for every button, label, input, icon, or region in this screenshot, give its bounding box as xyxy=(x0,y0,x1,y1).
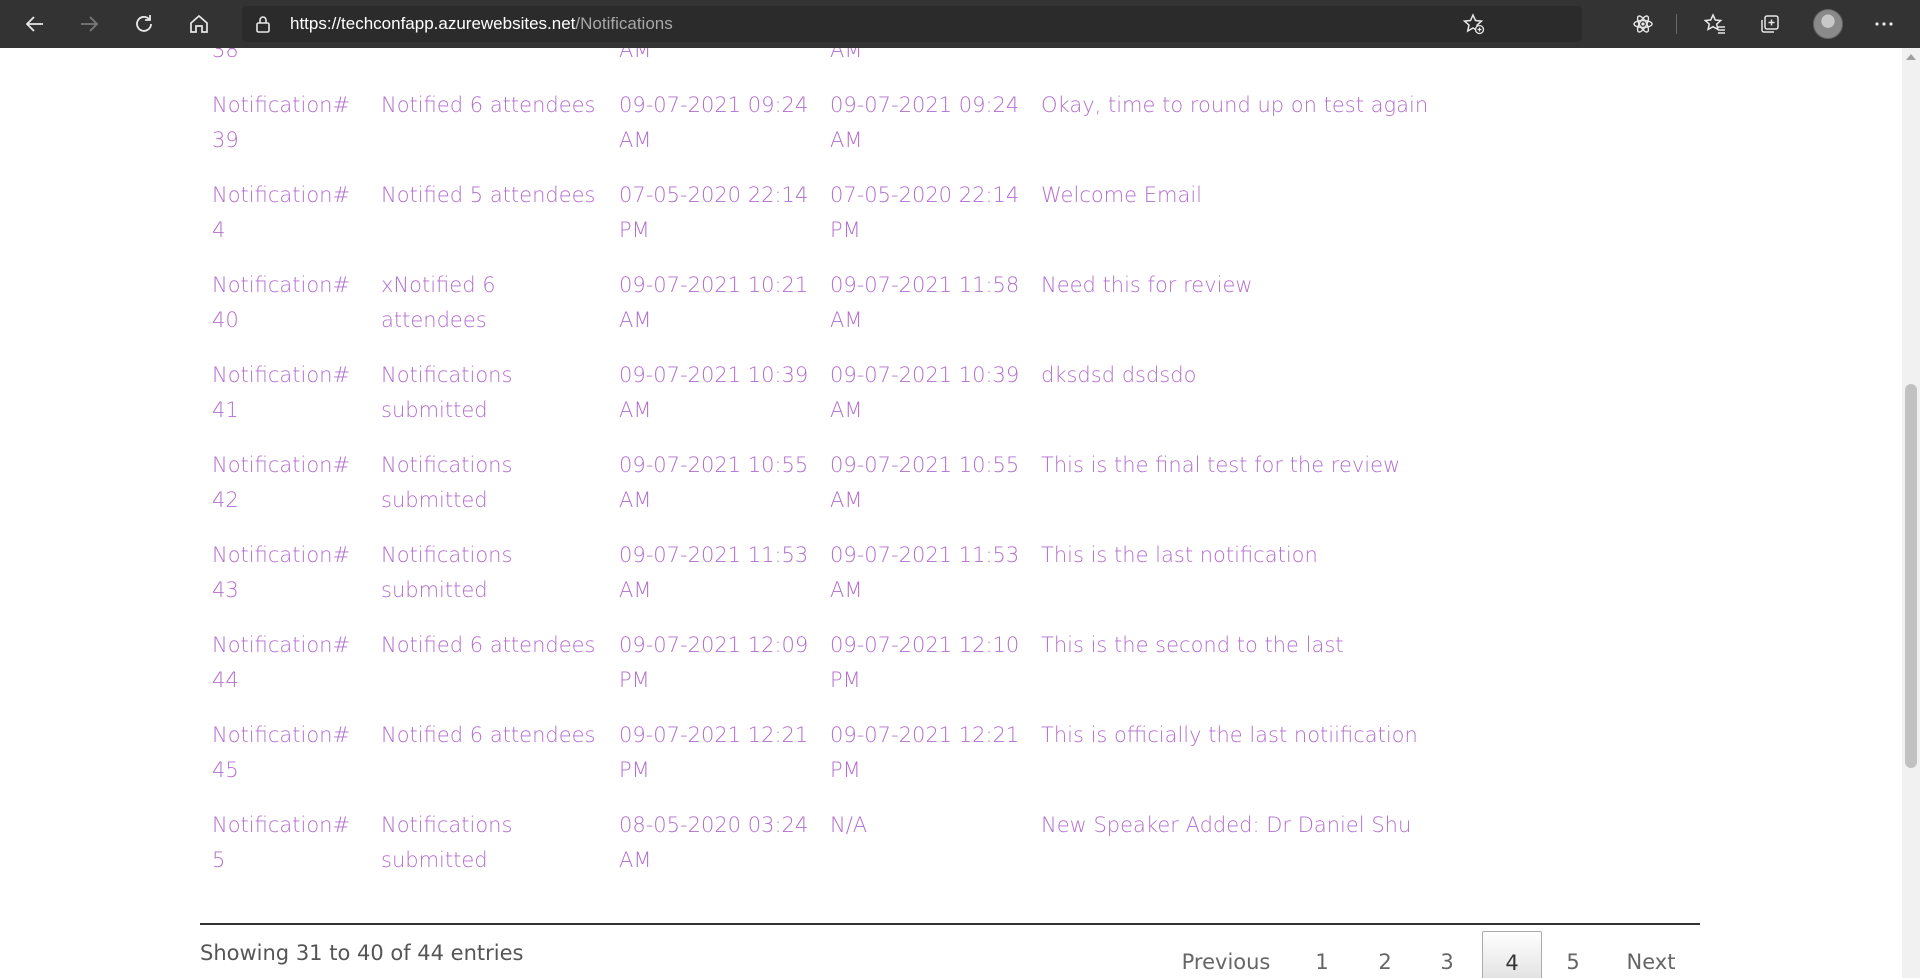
notification-subject[interactable]: This is the second to the last xyxy=(1041,628,1641,663)
notification-subject[interactable]: Okay, time to round up on test again xyxy=(1041,88,1641,123)
submitted-date[interactable]: 09-07-2021 12:21 PM xyxy=(619,718,809,788)
notification-subject[interactable]: dksdsd dsdsdo xyxy=(1041,358,1641,393)
table-row: Notification# 39 Notified 6 attendees 09-0… xyxy=(200,88,1700,178)
completed-date[interactable]: 09-07-2021 12:10 PM xyxy=(830,628,1020,698)
pagination-next[interactable]: Next xyxy=(1608,931,1694,978)
submitted-date[interactable]: 08-05-2020 03:24 AM xyxy=(619,808,809,878)
completed-date[interactable]: 09-07-2021 12:21 PM xyxy=(830,718,1020,788)
notification-id[interactable]: Notification# 42 xyxy=(212,448,362,518)
notification-subject[interactable]: Need this for review xyxy=(1041,268,1641,303)
scroll-up-arrow-icon[interactable] xyxy=(1906,54,1916,60)
notification-subject[interactable]: This is the last notification xyxy=(1041,538,1641,573)
pagination-page-1[interactable]: 1 xyxy=(1292,931,1352,978)
collections-icon[interactable] xyxy=(1754,8,1786,40)
completed-date[interactable]: N/A xyxy=(830,808,1020,843)
table-row: Notification# 45 Notified 6 attendees 09-0… xyxy=(200,718,1700,808)
vertical-scrollbar[interactable] xyxy=(1902,48,1920,978)
notification-id[interactable]: Notification# 4 xyxy=(212,178,362,248)
notification-id[interactable]: Notification# 41 xyxy=(212,358,362,428)
submitted-date[interactable]: 09-07-2021 10:55 AM xyxy=(619,448,809,518)
pagination-page-5[interactable]: 5 xyxy=(1542,931,1604,978)
completed-date[interactable]: 09-07-2021 11:53 AM xyxy=(830,538,1020,608)
url-path: /Notifications xyxy=(575,14,673,33)
notification-status[interactable]: xNotified 6 attendees xyxy=(381,268,601,338)
table-row: Notification# 4 Notified 5 attendees 07-05… xyxy=(200,178,1700,268)
submitted-date[interactable]: 09-07-2021 10:21 AM xyxy=(619,268,809,338)
back-icon[interactable] xyxy=(19,8,51,40)
pagination-page-4[interactable]: 4 xyxy=(1482,931,1542,978)
completed-date[interactable]: 09-07-2021 10:39 AM xyxy=(830,358,1020,428)
forward-icon[interactable] xyxy=(73,8,105,40)
notification-status[interactable]: Notified 6 attendees xyxy=(381,718,601,753)
notification-status[interactable]: Notified 6 attendees xyxy=(381,88,601,123)
profile-avatar[interactable] xyxy=(1813,9,1843,39)
table-row: Notification# 40 xNotified 6 attendees 09-… xyxy=(200,268,1700,358)
address-bar[interactable]: https://techconfapp.azurewebsites.net/No… xyxy=(242,6,1582,42)
pagination-page-2[interactable]: 2 xyxy=(1354,931,1416,978)
lock-icon[interactable] xyxy=(254,15,272,33)
url-text: https://techconfapp.azurewebsites.net/No… xyxy=(290,6,673,42)
pagination-page-3[interactable]: 3 xyxy=(1416,931,1478,978)
table-row: Notification# 44 Notified 6 attendees 09-0… xyxy=(200,628,1700,718)
toolbar-separator xyxy=(1676,14,1677,34)
table-row: Notification# 42 Notifications submitted 0… xyxy=(200,448,1700,538)
table-row: Notification# 38Notified 6 attendees09-0… xyxy=(200,48,1700,88)
url-host: https://techconfapp.azurewebsites.net xyxy=(290,14,576,33)
completed-date[interactable]: 07-05-2020 22:14 PM xyxy=(830,178,1020,248)
submitted-date[interactable]: 09-07-2021 12:09 PM xyxy=(619,628,809,698)
table-row: Notification# 43 Notifications submitted 0… xyxy=(200,538,1700,628)
page-content: Notification# 38 Notified 6 attendees 09-0… xyxy=(0,48,1902,978)
table-row: Notification# 41 Notifications submitted 0… xyxy=(200,358,1700,448)
home-icon[interactable] xyxy=(183,8,215,40)
notification-status[interactable]: Notifications submitted xyxy=(381,448,601,518)
notification-status[interactable]: Notified 6 attendees xyxy=(381,628,601,663)
browser-toolbar: https://techconfapp.azurewebsites.net/No… xyxy=(0,0,1920,48)
notification-id[interactable]: Notification# 39 xyxy=(212,88,362,158)
notification-id[interactable]: Notification# 38 xyxy=(212,48,362,68)
pagination-previous[interactable]: Previous xyxy=(1160,931,1292,978)
completed-date[interactable]: 09-07-2021 09:21 AM xyxy=(830,48,1020,68)
refresh-icon[interactable] xyxy=(128,8,160,40)
submitted-date[interactable]: 09-07-2021 09:21 AM xyxy=(619,48,809,68)
notification-subject[interactable]: Welcome Email xyxy=(1041,178,1641,213)
entries-info: Showing 31 to 40 of 44 entries xyxy=(200,941,524,965)
notification-status[interactable]: Notifications submitted xyxy=(381,358,601,428)
favorites-icon[interactable] xyxy=(1699,8,1731,40)
notification-subject[interactable]: This is the final test for the review xyxy=(1041,448,1641,483)
submitted-date[interactable]: 09-07-2021 11:53 AM xyxy=(619,538,809,608)
completed-date[interactable]: 09-07-2021 09:24 AM xyxy=(830,88,1020,158)
notification-status[interactable]: Notified 5 attendees xyxy=(381,178,601,213)
notification-id[interactable]: Notification# 5 xyxy=(212,808,362,878)
notification-id[interactable]: Notification# 43 xyxy=(212,538,362,608)
extension-icon[interactable] xyxy=(1627,8,1659,40)
table-bottom-border xyxy=(200,923,1700,925)
add-favorite-icon[interactable] xyxy=(1458,8,1490,40)
submitted-date[interactable]: 09-07-2021 10:39 AM xyxy=(619,358,809,428)
completed-date[interactable]: 09-07-2021 11:58 AM xyxy=(830,268,1020,338)
notification-id[interactable]: Notification# 44 xyxy=(212,628,362,698)
completed-date[interactable]: 09-07-2021 10:55 AM xyxy=(830,448,1020,518)
notification-status[interactable]: Notifications submitted xyxy=(381,538,601,608)
notification-subject[interactable]: This is officially the last notiificatio… xyxy=(1041,718,1641,753)
table-row: Notification# 5 Notifications submitted 08… xyxy=(200,808,1700,898)
notification-id[interactable]: Notification# 40 xyxy=(212,268,362,338)
scrollbar-thumb[interactable] xyxy=(1905,384,1917,768)
submitted-date[interactable]: 09-07-2021 09:24 AM xyxy=(619,88,809,158)
submitted-date[interactable]: 07-05-2020 22:14 PM xyxy=(619,178,809,248)
notification-id[interactable]: Notification# 45 xyxy=(212,718,362,788)
more-icon[interactable] xyxy=(1868,8,1900,40)
notification-status[interactable]: Notifications submitted xyxy=(381,808,601,878)
notification-subject[interactable]: New Speaker Added: Dr Daniel Shu xyxy=(1041,808,1641,843)
